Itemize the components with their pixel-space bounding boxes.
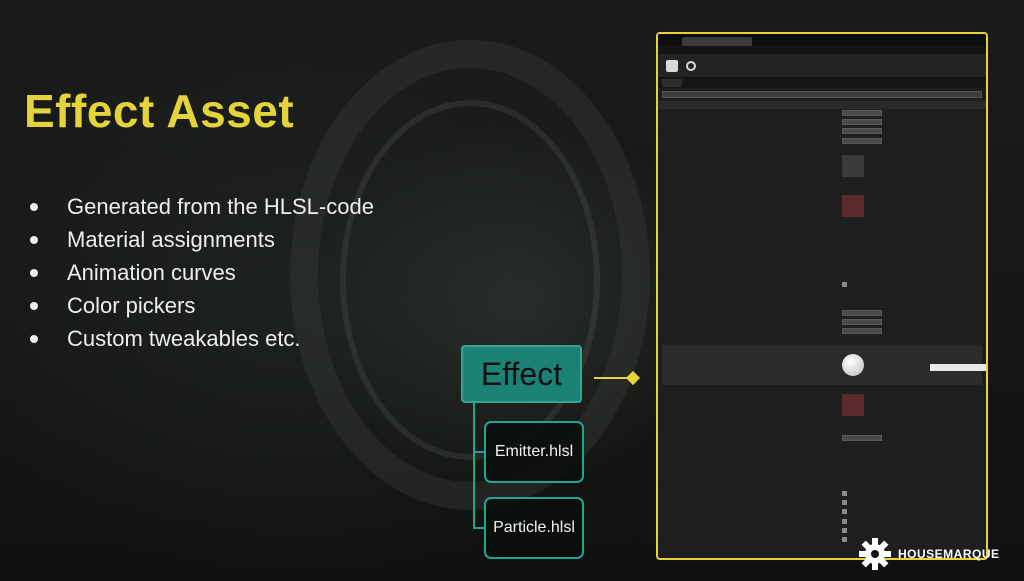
details-tab-bar [658, 78, 986, 88]
texture-slot [662, 186, 982, 226]
details-row [662, 299, 982, 309]
bullet-text: Generated from the HLSL-code [67, 193, 374, 219]
bullet-item: Generated from the HLSL-code [30, 190, 374, 223]
bullet-item: Custom tweakables etc. [30, 322, 374, 355]
bullet-dot-icon [30, 334, 38, 343]
bullet-dot-icon [30, 235, 38, 244]
texture-slot-2 [662, 385, 982, 425]
details-row [662, 127, 982, 137]
details-row [662, 118, 982, 128]
editor-tooltip [930, 364, 986, 371]
bullet-text: Material assignments [67, 226, 275, 252]
details-row [662, 109, 982, 119]
details-row [662, 434, 982, 444]
details-row [662, 327, 982, 336]
material-thumbnail-white [842, 354, 864, 377]
material-thumbnail [842, 154, 864, 177]
tree-connector-emitter [473, 451, 484, 453]
details-row [662, 462, 982, 472]
editor-menubar [658, 46, 986, 54]
details-row [662, 272, 982, 281]
tree-connector-vertical [473, 403, 475, 529]
details-row [662, 137, 982, 146]
editor-screenshot [656, 32, 988, 560]
effect-node: Effect [461, 345, 582, 403]
details-row [662, 480, 982, 490]
details-row [662, 444, 982, 453]
emitter-node: Emitter.hlsl [484, 421, 584, 483]
bullet-item: Material assignments [30, 223, 374, 256]
bullet-dot-icon [30, 268, 38, 277]
details-row [662, 263, 982, 272]
bullet-text: Animation curves [67, 259, 236, 285]
bullet-text: Custom tweakables etc. [67, 325, 301, 351]
texture-thumbnail [842, 194, 864, 217]
material-slot [662, 146, 982, 186]
details-row [662, 471, 982, 481]
save-tool [666, 59, 678, 72]
details-row [662, 253, 982, 263]
details-row [662, 336, 982, 346]
editor-titlebar [658, 34, 986, 46]
slide-title: Effect Asset [24, 85, 295, 137]
details-row [662, 281, 982, 291]
tree-connector-particle [473, 527, 484, 529]
details-tab [662, 79, 683, 87]
details-row [662, 318, 982, 327]
details-row [662, 526, 982, 536]
editor-toolbar [658, 54, 986, 78]
details-search [662, 91, 982, 98]
save-icon [666, 59, 678, 72]
bullet-dot-icon [30, 202, 38, 211]
details-row [662, 499, 982, 508]
particle-node: Particle.hlsl [484, 497, 584, 559]
bullet-list: Generated from the HLSL-code Material as… [30, 190, 374, 355]
details-row [662, 290, 982, 300]
details-row [662, 508, 982, 518]
details-row [662, 425, 982, 435]
details-row [662, 226, 982, 235]
browse-icon [686, 60, 696, 71]
bullet-item: Color pickers [30, 289, 374, 322]
gear-logo-icon [859, 538, 891, 570]
editor-tab [682, 37, 752, 46]
details-rows [658, 109, 986, 545]
details-row [662, 308, 982, 318]
bullet-item: Animation curves [30, 256, 374, 289]
details-row [662, 453, 982, 462]
bullet-text: Color pickers [67, 292, 196, 318]
housemarque-logo: HOUSEMARQUE [858, 537, 1000, 571]
details-section-header [658, 101, 986, 109]
details-row [662, 490, 982, 499]
logo-text: HOUSEMARQUE [898, 547, 1000, 561]
background-ring-inner [340, 100, 600, 460]
bullet-dot-icon [30, 301, 38, 310]
browse-tool [686, 60, 696, 71]
details-row [662, 517, 982, 527]
details-row [662, 235, 982, 245]
texture-thumbnail-red [842, 394, 864, 417]
details-row [662, 244, 982, 254]
